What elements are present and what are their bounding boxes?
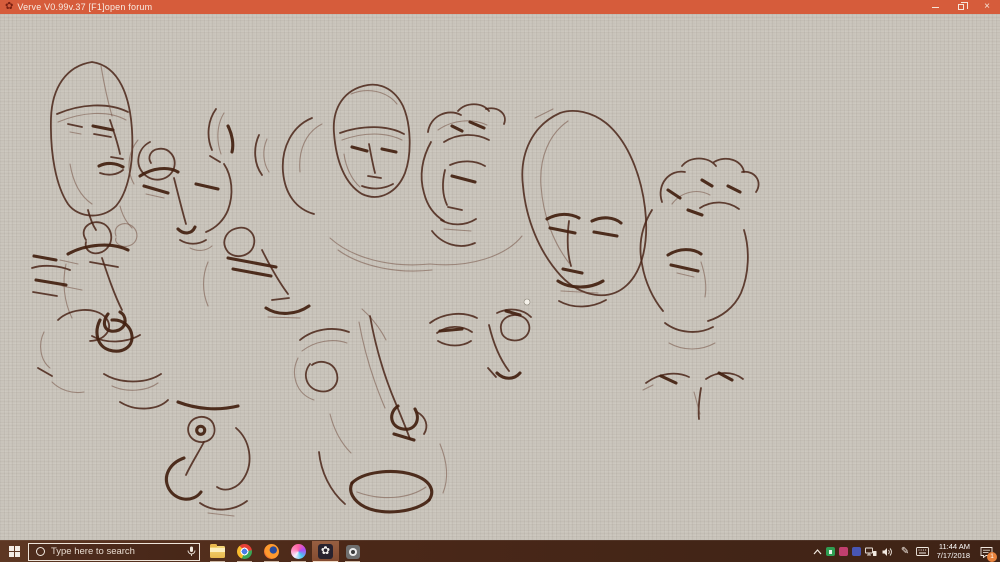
minimize-icon <box>932 7 939 8</box>
face-sketch-7 <box>334 85 410 197</box>
taskbar-verve-active[interactable]: ✿ <box>312 541 339 562</box>
start-button[interactable] <box>0 541 28 562</box>
taskbar: ✿ <box>0 540 1000 562</box>
window-title: Verve V0.99v.37 [F1]open forum <box>17 2 152 12</box>
minimize-button[interactable] <box>922 0 948 14</box>
pink-app-icon[interactable] <box>837 541 850 562</box>
cortana-circle-icon <box>36 547 45 556</box>
close-button[interactable]: × <box>974 0 1000 14</box>
microphone-icon[interactable] <box>183 546 199 557</box>
face-sketch-2 <box>129 140 231 250</box>
face-sketch-12 <box>430 310 531 379</box>
face-sketch-13 <box>643 373 743 419</box>
face-sketch-8 <box>330 104 553 271</box>
touch-keyboard-icon[interactable] <box>915 541 929 562</box>
face-sketches <box>0 14 1000 540</box>
firefox-icon <box>264 544 279 559</box>
taskbar-swirl-app[interactable] <box>285 541 312 562</box>
taskbar-search[interactable] <box>28 543 200 561</box>
face-sketch-9 <box>522 111 646 307</box>
verve-flower-icon: ✿ <box>5 2 13 12</box>
scribble-marks <box>32 256 82 296</box>
taskbar-chrome[interactable] <box>231 541 258 562</box>
brush-cursor <box>524 299 530 305</box>
restore-button[interactable] <box>948 0 974 14</box>
face-sketch-ear-fragment <box>209 109 233 162</box>
clock-date: 7/17/2018 <box>937 552 970 561</box>
chrome-icon <box>237 544 252 559</box>
search-input[interactable] <box>51 546 183 557</box>
notification-badge: 1 <box>987 552 997 562</box>
face-sketch-4 <box>204 228 310 318</box>
windows-logo-icon <box>9 546 20 557</box>
folder-icon <box>210 546 225 558</box>
drawing-canvas[interactable] <box>0 14 1000 540</box>
network-icon[interactable] <box>864 541 878 562</box>
windows-ink-pen-icon[interactable]: ✎ <box>898 541 912 562</box>
taskbar-lens-app[interactable] <box>339 541 366 562</box>
restore-icon <box>958 4 964 10</box>
face-sketch-10 <box>640 159 758 350</box>
taskbar-firefox[interactable] <box>258 541 285 562</box>
face-sketch-partial-head <box>255 118 322 214</box>
taskbar-clock[interactable]: 11:44 AM 7/17/2018 <box>937 543 970 560</box>
face-sketch-1 <box>51 62 132 230</box>
app-window: ✿ Verve V0.99v.37 [F1]open forum × <box>0 0 1000 562</box>
window-controls: × <box>922 0 1000 14</box>
taskbar-app-icons: ✿ <box>204 541 366 562</box>
verve-flower-icon: ✿ <box>318 544 333 559</box>
titlebar[interactable]: ✿ Verve V0.99v.37 [F1]open forum × <box>0 0 1000 14</box>
swirl-icon <box>291 544 306 559</box>
volume-icon[interactable] <box>881 541 895 562</box>
close-icon: × <box>984 2 990 12</box>
show-hidden-icons-chevron[interactable] <box>811 541 824 562</box>
taskbar-file-explorer[interactable] <box>204 541 231 562</box>
face-sketch-6 <box>166 402 249 516</box>
green-app-icon[interactable] <box>824 541 837 562</box>
blue-app-icon[interactable] <box>850 541 863 562</box>
system-tray: ✎ 11:44 AM 7/17/2018 1 <box>811 541 1000 562</box>
face-sketch-3 <box>64 222 140 341</box>
face-sketch-11 <box>295 309 447 512</box>
action-center-button[interactable]: 1 <box>975 541 997 562</box>
camera-lens-icon <box>346 545 360 559</box>
